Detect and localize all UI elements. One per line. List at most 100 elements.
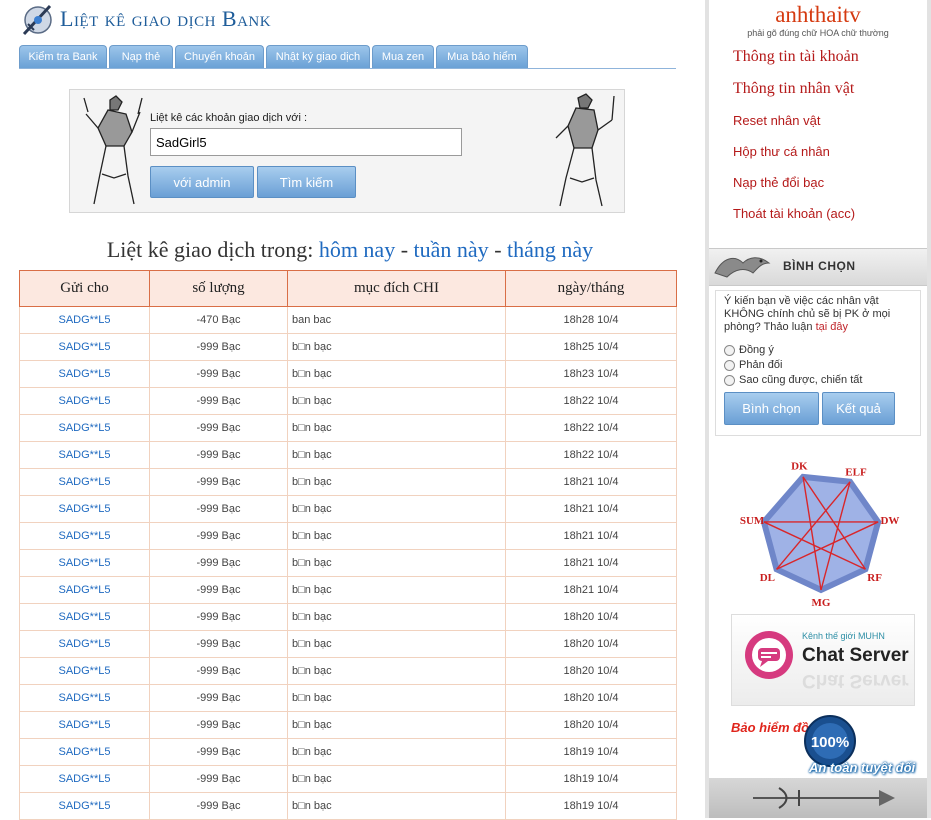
warrior-right-icon: [555, 93, 615, 207]
list-sep-2: -: [494, 237, 502, 262]
cell-recipient[interactable]: SADG**L5: [19, 333, 150, 361]
cell-recipient[interactable]: SADG**L5: [19, 495, 150, 523]
chat-server-banner[interactable]: Kênh thế giới MUHN Chat Server Chat Serv…: [731, 614, 915, 706]
cell-purpose: b□n bạc: [287, 387, 506, 415]
search-button[interactable]: Tìm kiếm: [257, 166, 356, 198]
cell-amount: -999 Bạc: [149, 333, 288, 361]
cell-recipient[interactable]: SADG**L5: [19, 576, 150, 604]
header-recipient: Gửi cho: [19, 270, 150, 307]
cell-recipient[interactable]: SADG**L5: [19, 306, 150, 334]
cell-recipient[interactable]: SADG**L5: [19, 603, 150, 631]
cell-recipient[interactable]: SADG**L5: [19, 468, 150, 496]
cell-date: 18h20 10/4: [505, 603, 677, 631]
search-input[interactable]: [150, 128, 462, 156]
sword-ornament-icon: [753, 787, 895, 809]
cell-date: 18h20 10/4: [505, 684, 677, 712]
cell-amount: -999 Bạc: [149, 387, 288, 415]
cell-recipient[interactable]: SADG**L5: [19, 630, 150, 658]
cell-recipient[interactable]: SADG**L5: [19, 792, 150, 820]
class-label: DL: [760, 572, 775, 584]
dragon-icon: [714, 257, 771, 278]
poll-option-label: Sao cũng được, chiến tất: [739, 374, 863, 386]
cell-amount: -999 Bạc: [149, 441, 288, 469]
table-row: SADG**L5 -999 Bạc b□n bạc 18h20 10/4: [19, 603, 677, 631]
poll-option-disagree[interactable]: Phản đối: [724, 359, 782, 371]
transaction-table: Gửi cho số lượng mục đích CHI ngày/tháng…: [19, 270, 677, 820]
cell-amount: -999 Bạc: [149, 684, 288, 712]
radio-icon[interactable]: [724, 374, 735, 386]
table-row: SADG**L5 -999 Bạc b□n bạc 18h19 10/4: [19, 738, 677, 766]
list-sep-1: -: [400, 237, 409, 262]
menu-top-up-silver[interactable]: Nạp thẻ đổi bạc: [733, 175, 824, 190]
cell-amount: -999 Bạc: [149, 711, 288, 739]
cell-purpose: b□n bạc: [287, 630, 506, 658]
table-row: SADG**L5 -999 Bạc b□n bạc 18h21 10/4: [19, 495, 677, 523]
tab-check-bank[interactable]: Kiểm tra Bank: [19, 45, 107, 68]
cell-recipient[interactable]: SADG**L5: [19, 414, 150, 442]
table-row: SADG**L5 -999 Bạc b□n bạc 18h19 10/4: [19, 765, 677, 793]
list-period-title: Liệt kê giao dịch trong: hôm nay - tuần …: [0, 237, 700, 263]
tab-top-up[interactable]: Nạp thẻ: [109, 45, 173, 68]
link-today[interactable]: hôm nay: [319, 237, 395, 262]
main-content: Liệt kê giao dịch Bank Kiểm tra Bank Nạp…: [0, 0, 700, 820]
table-row: SADG**L5 -999 Bạc b□n bạc 18h21 10/4: [19, 576, 677, 604]
cell-recipient[interactable]: SADG**L5: [19, 441, 150, 469]
poll-option-agree[interactable]: Đồng ý: [724, 344, 774, 356]
menu-account-info[interactable]: Thông tin tài khoản: [733, 48, 859, 66]
poll-option-whatever[interactable]: Sao cũng được, chiến tất: [724, 374, 862, 386]
cell-date: 18h21 10/4: [505, 468, 677, 496]
poll-discussion-link[interactable]: tại đây: [816, 321, 848, 333]
menu-character-info[interactable]: Thông tin nhân vật: [733, 80, 854, 98]
link-this-month[interactable]: tháng này: [507, 237, 593, 262]
cell-amount: -999 Bạc: [149, 360, 288, 388]
cell-recipient[interactable]: SADG**L5: [19, 765, 150, 793]
cell-recipient[interactable]: SADG**L5: [19, 684, 150, 712]
cell-recipient[interactable]: SADG**L5: [19, 522, 150, 550]
link-this-week[interactable]: tuần này: [414, 237, 489, 262]
radio-icon[interactable]: [724, 344, 735, 356]
cell-date: 18h20 10/4: [505, 657, 677, 685]
tab-transaction-log[interactable]: Nhật ký giao dịch: [266, 45, 370, 68]
cell-amount: -999 Bạc: [149, 549, 288, 577]
cell-recipient[interactable]: SADG**L5: [19, 657, 150, 685]
cell-amount: -470 Bạc: [149, 306, 288, 334]
menu-personal-mailbox[interactable]: Hộp thư cá nhân: [733, 144, 830, 159]
cell-date: 18h23 10/4: [505, 360, 677, 388]
cell-amount: -999 Bạc: [149, 495, 288, 523]
cell-recipient[interactable]: SADG**L5: [19, 738, 150, 766]
menu-reset-character[interactable]: Reset nhân vật: [733, 113, 820, 128]
class-label: SUM: [740, 515, 765, 527]
vote-button[interactable]: Bình chọn: [724, 392, 819, 425]
sidebar-right-border: [927, 0, 931, 818]
cell-date: 18h21 10/4: [505, 576, 677, 604]
tab-buy-insurance[interactable]: Mua bảo hiểm: [436, 45, 528, 68]
cell-date: 18h20 10/4: [505, 711, 677, 739]
with-admin-button[interactable]: với admin: [150, 166, 254, 198]
cell-recipient[interactable]: SADG**L5: [19, 360, 150, 388]
class-label: DW: [880, 515, 899, 527]
cell-purpose: b□n bạc: [287, 549, 506, 577]
cell-purpose: b□n bạc: [287, 360, 506, 388]
results-button[interactable]: Kết quả: [822, 392, 895, 425]
cell-amount: -999 Bạc: [149, 657, 288, 685]
cell-recipient[interactable]: SADG**L5: [19, 711, 150, 739]
tab-bar: Kiểm tra Bank Nạp thẻ Chuyển khoản Nhật …: [19, 45, 530, 68]
table-header-row: Gửi cho số lượng mục đích CHI ngày/tháng: [19, 270, 677, 307]
tab-buy-zen[interactable]: Mua zen: [372, 45, 434, 68]
table-row: SADG**L5 -999 Bạc b□n bạc 18h21 10/4: [19, 468, 677, 496]
tab-transfer[interactable]: Chuyển khoản: [175, 45, 264, 68]
poll-question: Ý kiến bạn về việc các nhân vật KHÔNG ch…: [724, 295, 919, 334]
cell-recipient[interactable]: SADG**L5: [19, 387, 150, 415]
header-purpose: mục đích CHI: [287, 270, 506, 307]
cell-purpose: ban bac: [287, 306, 506, 334]
cell-amount: -999 Bạc: [149, 414, 288, 442]
cell-amount: -999 Bạc: [149, 468, 288, 496]
sidebar-left-border: [705, 0, 709, 818]
menu-logout[interactable]: Thoát tài khoản (acc): [733, 206, 855, 221]
chat-channel-label: Kênh thế giới MUHN: [802, 631, 885, 641]
cell-amount: -999 Bạc: [149, 792, 288, 820]
radio-icon[interactable]: [724, 359, 735, 371]
list-period-prefix: Liệt kê giao dịch trong:: [106, 237, 314, 262]
cell-recipient[interactable]: SADG**L5: [19, 549, 150, 577]
table-row: SADG**L5 -999 Bạc b□n bạc 18h20 10/4: [19, 630, 677, 658]
